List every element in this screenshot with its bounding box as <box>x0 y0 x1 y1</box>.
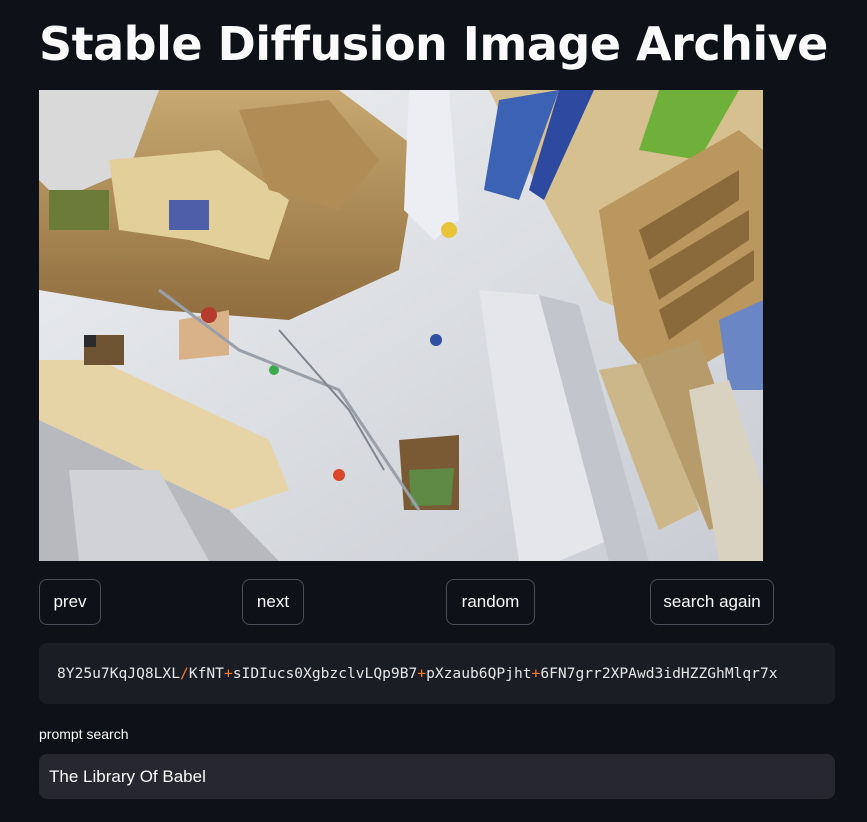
generated-image-art <box>39 90 763 561</box>
page-title: Stable Diffusion Image Archive <box>39 17 828 71</box>
prompt-search-input[interactable] <box>39 754 835 799</box>
seed-segment: pXzaub6QPjht <box>426 665 532 682</box>
seed-separator: + <box>531 665 541 682</box>
next-button[interactable]: next <box>242 579 304 625</box>
seed-segment: 6FN7grr2XPAwd3idHZZGhMlqr7x <box>540 665 778 682</box>
seed-code-line: 8Y25u7KqJQ8LXL/KfNT+sIDIucs0XgbzclvLQp9B… <box>57 665 778 682</box>
seed-segment: sIDIucs0XgbzclvLQp9B7 <box>232 665 418 682</box>
prev-button[interactable]: prev <box>39 579 101 625</box>
generated-image <box>39 90 763 561</box>
seed-code-block: 8Y25u7KqJQ8LXL/KfNT+sIDIucs0XgbzclvLQp9B… <box>39 643 835 704</box>
search-again-button[interactable]: search again <box>650 579 774 625</box>
seed-segment: KfNT <box>188 665 224 682</box>
seed-separator: + <box>223 665 233 682</box>
seed-separator: / <box>180 665 189 682</box>
seed-separator: + <box>417 665 427 682</box>
prompt-search-label: prompt search <box>39 726 129 742</box>
seed-segment: 8Y25u7KqJQ8LXL <box>57 665 181 682</box>
random-button[interactable]: random <box>446 579 535 625</box>
